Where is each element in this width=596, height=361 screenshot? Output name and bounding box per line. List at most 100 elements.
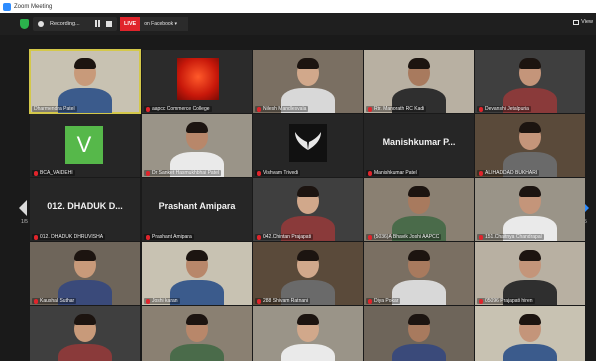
participant-tile[interactable]: Dharmendra Patel bbox=[29, 49, 141, 114]
participant-name: Nilesh Mandlesvala bbox=[263, 106, 307, 112]
participant-tile[interactable] bbox=[30, 306, 140, 361]
participant-video bbox=[253, 178, 363, 241]
participant-name-label: 042.Chintan Prajapati bbox=[255, 234, 314, 240]
muted-mic-icon bbox=[479, 298, 483, 304]
participant-name: 05096 Prajapati hiren bbox=[485, 298, 533, 304]
muted-mic-icon bbox=[479, 234, 483, 240]
view-button[interactable]: View bbox=[573, 19, 593, 25]
participant-name-label: Prashant Amipara bbox=[144, 234, 194, 240]
muted-mic-icon bbox=[146, 106, 150, 112]
participant-name: aapcc Commerce College bbox=[152, 106, 210, 112]
participant-name-label: Devanshi Jetalpuria bbox=[477, 106, 531, 112]
participant-video bbox=[475, 242, 585, 305]
participant-tile[interactable] bbox=[475, 306, 585, 361]
title-bar: Zoom Meeting bbox=[0, 0, 596, 13]
participant-tile[interactable]: 042.Chintan Prajapati bbox=[253, 178, 363, 241]
participant-tile[interactable]: Nilesh Mandlesvala bbox=[253, 50, 363, 113]
participant-video bbox=[30, 306, 140, 361]
muted-mic-icon bbox=[368, 234, 372, 240]
record-dot-icon bbox=[38, 21, 44, 27]
participant-tile[interactable] bbox=[364, 306, 474, 361]
participant-tile[interactable]: Rtr. Manorath RC Kadi bbox=[364, 50, 474, 113]
recording-indicator: Recording... bbox=[33, 17, 117, 31]
participant-name: 151.Chaitnya Chandrapal bbox=[485, 234, 542, 240]
participant-name: Rtr. Manorath RC Kadi bbox=[374, 106, 425, 112]
participant-name-label: Manishkumar Patel bbox=[366, 170, 419, 176]
participant-display-name: Manishkumar P... bbox=[382, 137, 456, 147]
participant-video bbox=[364, 178, 474, 241]
participant-tile[interactable]: Manishkumar P... Manishkumar Patel bbox=[364, 114, 474, 177]
participant-video bbox=[142, 114, 252, 177]
participant-name: Devanshi Jetalpuria bbox=[485, 106, 529, 112]
participant-tile[interactable]: Joshi karan bbox=[142, 242, 252, 305]
zoom-window: Zoom Meeting Recording... LIVE on Facebo… bbox=[0, 0, 596, 361]
muted-mic-icon bbox=[368, 170, 372, 176]
participant-tile[interactable]: Kaushal Suthar bbox=[30, 242, 140, 305]
participant-name-label: Joshi karan bbox=[144, 298, 180, 304]
participant-name: 042.Chintan Prajapati bbox=[263, 234, 312, 240]
participant-name: Manishkumar Patel bbox=[374, 170, 417, 176]
participant-tile[interactable]: (5036)A Bhavik Joshi AAPCC bbox=[364, 178, 474, 241]
muted-mic-icon bbox=[368, 106, 372, 112]
participant-display-name: Prashant Amipara bbox=[158, 201, 236, 211]
muted-mic-icon bbox=[257, 298, 261, 304]
wings-logo-image bbox=[289, 124, 327, 162]
participant-tile[interactable]: Diya Pokar bbox=[364, 242, 474, 305]
participant-tile[interactable]: Devanshi Jetalpuria bbox=[475, 50, 585, 113]
previous-page-icon[interactable] bbox=[19, 200, 27, 216]
participant-name-label: ALIHADDAD BUKHARI bbox=[477, 170, 540, 176]
participant-tile[interactable]: aapcc Commerce College bbox=[142, 50, 252, 113]
gallery-view-icon bbox=[573, 19, 580, 25]
live-platform-label: on Facebook bbox=[144, 21, 174, 27]
participant-name-label: Rtr. Manorath RC Kadi bbox=[366, 106, 427, 112]
muted-mic-icon bbox=[146, 234, 150, 240]
recording-label: Recording... bbox=[50, 21, 80, 27]
participant-video bbox=[30, 50, 140, 113]
participant-name: 288 Shivam Ratnani bbox=[263, 298, 309, 304]
participant-tile[interactable]: V BCA_VAIDEHI bbox=[30, 114, 140, 177]
participant-name: Dharmendra Patel bbox=[34, 106, 75, 112]
participant-tile[interactable] bbox=[142, 306, 252, 361]
security-shield-icon[interactable] bbox=[20, 19, 29, 29]
participant-tile[interactable] bbox=[253, 306, 363, 361]
view-label: View bbox=[581, 19, 593, 25]
participant-name-label: Kaushal Suthar bbox=[32, 298, 77, 304]
participant-name-label: Dr Sanket Hasmukhbhai Patel bbox=[144, 170, 221, 176]
muted-mic-icon bbox=[479, 106, 483, 112]
participant-tile[interactable]: Prashant Amipara Prashant Amipara bbox=[142, 178, 252, 241]
participant-tile[interactable]: 288 Shivam Ratnani bbox=[253, 242, 363, 305]
participant-name-label: Nilesh Mandlesvala bbox=[255, 106, 309, 112]
participant-name-label: (5036)A Bhavik Joshi AAPCC bbox=[366, 234, 442, 240]
participant-name-label: Dharmendra Patel bbox=[32, 106, 77, 112]
muted-mic-icon bbox=[368, 298, 372, 304]
muted-mic-icon bbox=[257, 170, 261, 176]
live-platform-dropdown[interactable]: on Facebook ▾ bbox=[140, 17, 188, 31]
participant-video bbox=[253, 306, 363, 361]
muted-mic-icon bbox=[479, 170, 483, 176]
participant-name-label: 012. DHADUK DHRUVISHA bbox=[32, 234, 106, 240]
participant-name: Kaushal Suthar bbox=[40, 298, 75, 304]
participant-video bbox=[475, 114, 585, 177]
participant-tile[interactable]: 05096 Prajapati hiren bbox=[475, 242, 585, 305]
participant-tile[interactable]: Dr Sanket Hasmukhbhai Patel bbox=[142, 114, 252, 177]
participant-name: Prashant Amipara bbox=[152, 234, 192, 240]
participant-tile[interactable]: Vishvam Trivedi bbox=[253, 114, 363, 177]
participant-tile[interactable]: 012. DHADUK D... 012. DHADUK DHRUVISHA bbox=[30, 178, 140, 241]
participant-video bbox=[142, 242, 252, 305]
stop-recording-icon[interactable] bbox=[106, 21, 112, 27]
participant-name-label: 05096 Prajapati hiren bbox=[477, 298, 535, 304]
participant-name: ALIHADDAD BUKHARI bbox=[485, 170, 538, 176]
participant-display-name: 012. DHADUK D... bbox=[47, 201, 123, 211]
participant-name: Dr Sanket Hasmukhbhai Patel bbox=[152, 170, 219, 176]
participant-name: Joshi karan bbox=[152, 298, 178, 304]
live-stream-indicator[interactable]: LIVE on Facebook ▾ bbox=[120, 17, 188, 31]
muted-mic-icon bbox=[34, 170, 38, 176]
participant-name-label: Vishvam Trivedi bbox=[255, 170, 301, 176]
participant-video bbox=[475, 50, 585, 113]
pause-recording-icon[interactable] bbox=[94, 20, 101, 27]
participant-tile[interactable]: 151.Chaitnya Chandrapal bbox=[475, 178, 585, 241]
participant-name: (5036)A Bhavik Joshi AAPCC bbox=[374, 234, 440, 240]
participant-video bbox=[475, 306, 585, 361]
participant-tile[interactable]: ALIHADDAD BUKHARI bbox=[475, 114, 585, 177]
muted-mic-icon bbox=[34, 234, 38, 240]
